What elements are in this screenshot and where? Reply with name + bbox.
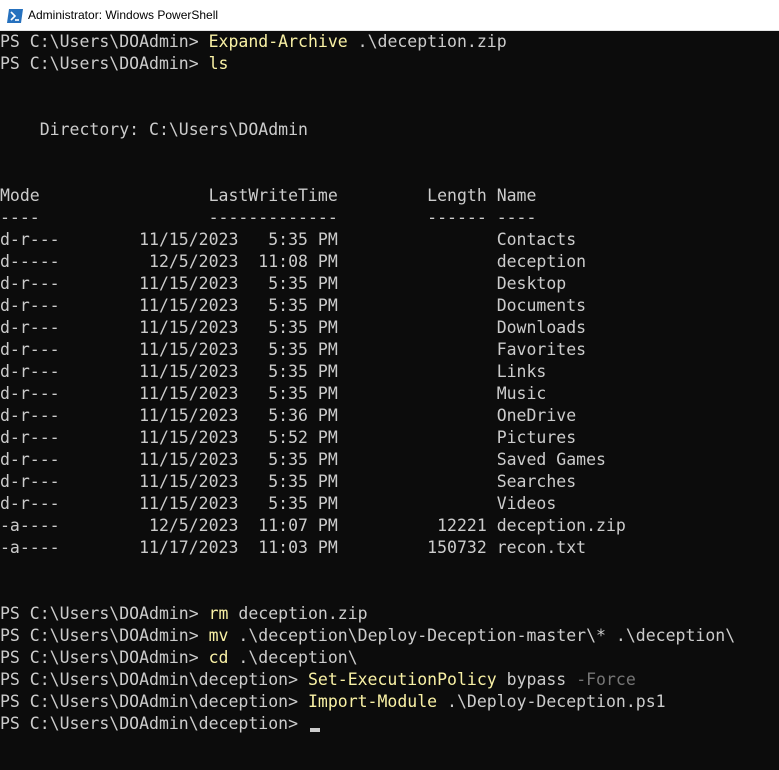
command-args: deception.zip xyxy=(228,604,368,623)
command: ls xyxy=(208,54,229,73)
table-row: d-r--- 11/15/2023 5:35 PM Saved Games xyxy=(0,450,606,469)
command: Expand-Archive xyxy=(208,32,348,51)
table-row: d-r--- 11/15/2023 5:35 PM Documents xyxy=(0,296,587,315)
table-rule: ---- ------------- ------ ---- xyxy=(0,208,537,227)
table-header: Mode LastWriteTime Length Name xyxy=(0,186,537,205)
powershell-icon xyxy=(7,8,23,23)
title-bar: Administrator: Windows PowerShell xyxy=(0,0,779,31)
table-row: d-r--- 11/15/2023 5:35 PM Links xyxy=(0,362,547,381)
command-args: .\deception.zip xyxy=(347,32,507,51)
console-line: PS C:\Users\DOAdmin\deception> Import-Mo… xyxy=(0,691,779,713)
table-row: d-r--- 11/15/2023 5:35 PM Music xyxy=(0,384,547,403)
table-row: d-r--- 11/15/2023 5:35 PM Videos xyxy=(0,494,557,513)
command: Import-Module xyxy=(307,692,438,711)
prompt: PS C:\Users\DOAdmin> xyxy=(0,648,209,667)
command-args: bypass xyxy=(496,670,577,689)
prompt: PS C:\Users\DOAdmin\deception> xyxy=(0,692,308,711)
console-line: PS C:\Users\DOAdmin> cd .\deception\ xyxy=(0,647,779,669)
command: Set-ExecutionPolicy xyxy=(307,670,497,689)
prompt: PS C:\Users\DOAdmin\deception> xyxy=(0,714,308,733)
command: cd xyxy=(208,648,229,667)
table-row: d-r--- 11/15/2023 5:35 PM Downloads xyxy=(0,318,587,337)
text-cursor xyxy=(309,728,320,732)
table-row: -a---- 12/5/2023 11:07 PM 12221 deceptio… xyxy=(0,516,626,535)
table-row: d----- 12/5/2023 11:08 PM deception xyxy=(0,252,587,271)
prompt: PS C:\Users\DOAdmin> xyxy=(0,54,209,73)
console-line: PS C:\Users\DOAdmin> ls xyxy=(0,53,779,75)
prompt: PS C:\Users\DOAdmin\deception> xyxy=(0,670,308,689)
console-output[interactable]: PS C:\Users\DOAdmin> Expand-Archive .\de… xyxy=(0,31,779,770)
prompt: PS C:\Users\DOAdmin> xyxy=(0,604,209,623)
command-args: .\deception\ xyxy=(228,648,358,667)
console-line: PS C:\Users\DOAdmin\deception> Set-Execu… xyxy=(0,669,779,691)
table-row: d-r--- 11/15/2023 5:35 PM Favorites xyxy=(0,340,587,359)
console-line: PS C:\Users\DOAdmin> Expand-Archive .\de… xyxy=(0,31,779,53)
command-parameter: -Force xyxy=(576,670,636,689)
prompt: PS C:\Users\DOAdmin> xyxy=(0,32,209,51)
console-line: PS C:\Users\DOAdmin> rm deception.zip xyxy=(0,603,779,625)
table-row: -a---- 11/17/2023 11:03 PM 150732 recon.… xyxy=(0,538,587,557)
directory-label: Directory: C:\Users\DOAdmin xyxy=(0,120,308,139)
command-args: .\Deploy-Deception.ps1 xyxy=(437,692,666,711)
table-row: d-r--- 11/15/2023 5:35 PM Searches xyxy=(0,472,577,491)
table-row: d-r--- 11/15/2023 5:35 PM Contacts xyxy=(0,230,577,249)
command-args: .\deception\Deploy-Deception-master\* .\… xyxy=(228,626,736,645)
table-row: d-r--- 11/15/2023 5:35 PM Desktop xyxy=(0,274,567,293)
table-row: d-r--- 11/15/2023 5:52 PM Pictures xyxy=(0,428,577,447)
console-input-line[interactable]: PS C:\Users\DOAdmin\deception> xyxy=(0,713,779,735)
window-title: Administrator: Windows PowerShell xyxy=(28,8,219,22)
prompt: PS C:\Users\DOAdmin> xyxy=(0,626,209,645)
command: mv xyxy=(208,626,229,645)
console-line: PS C:\Users\DOAdmin> mv .\deception\Depl… xyxy=(0,625,779,647)
table-row: d-r--- 11/15/2023 5:36 PM OneDrive xyxy=(0,406,577,425)
command: rm xyxy=(208,604,229,623)
